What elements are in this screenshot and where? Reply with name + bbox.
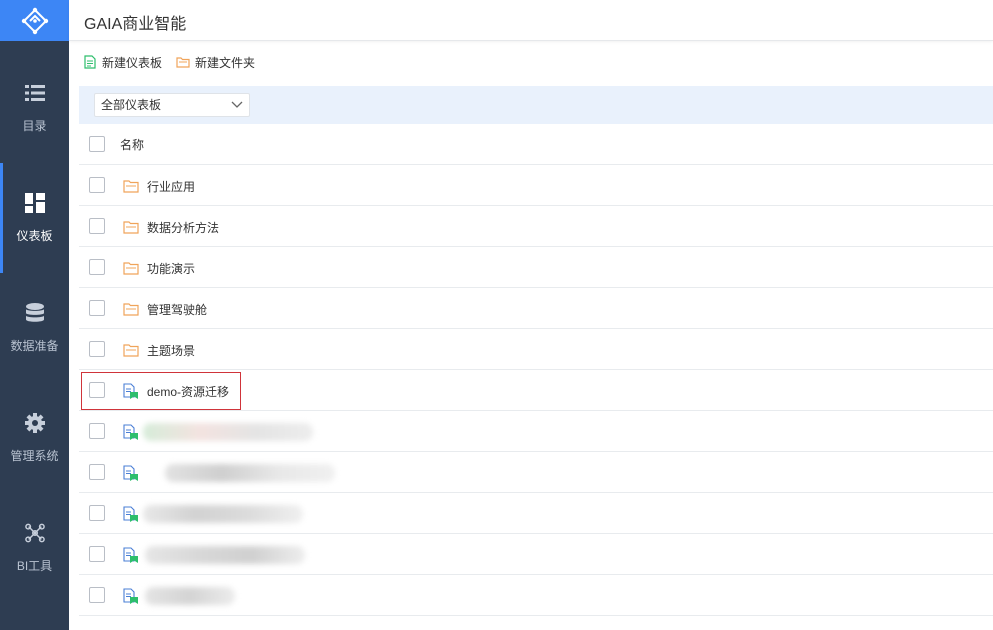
sidebar-item-data-prep[interactable]: 数据准备 xyxy=(0,273,69,383)
network-icon xyxy=(24,523,45,543)
gear-icon xyxy=(24,412,45,433)
sidebar-item-catalog[interactable]: 目录 xyxy=(0,53,69,163)
app-logo[interactable] xyxy=(0,0,69,41)
dashboard-file-icon xyxy=(123,506,138,522)
chevron-down-icon xyxy=(231,101,243,108)
dashboard-file-icon xyxy=(123,424,138,440)
row-checkbox[interactable] xyxy=(89,300,105,316)
row-checkbox[interactable] xyxy=(89,587,105,603)
table-row[interactable] xyxy=(79,493,993,534)
sidebar-item-admin[interactable]: 管理系统 xyxy=(0,383,69,493)
row-checkbox[interactable] xyxy=(89,546,105,562)
sidebar: 目录 仪表板 数据准备 管理系统 BI工具 xyxy=(0,0,69,630)
dashboard-filter-select[interactable]: 全部仪表板 xyxy=(94,93,250,117)
row-checkbox[interactable] xyxy=(89,259,105,275)
table-row[interactable] xyxy=(79,452,993,493)
dashboard-filter-value: 全部仪表板 xyxy=(101,98,162,112)
folder-icon xyxy=(123,180,139,193)
logo-icon xyxy=(21,7,48,34)
row-checkbox[interactable] xyxy=(89,382,105,398)
row-name[interactable]: 数据分析方法 xyxy=(147,219,219,236)
list-icon xyxy=(24,83,45,103)
folder-icon xyxy=(123,344,139,357)
row-checkbox[interactable] xyxy=(89,341,105,357)
sidebar-item-bi-tools[interactable]: BI工具 xyxy=(0,493,69,603)
new-dashboard-label: 新建仪表板 xyxy=(102,55,163,70)
row-name[interactable]: 管理驾驶舱 xyxy=(147,301,207,318)
redacted-name xyxy=(143,505,303,523)
top-bar: GAIA商业智能 xyxy=(69,0,993,41)
dashboard-file-icon xyxy=(123,383,138,399)
table-row[interactable]: 管理驾驶舱 xyxy=(79,288,993,329)
redacted-name xyxy=(145,587,235,605)
dashboard-table: 名称 行业应用 数据分析方法 功能演示 管理驾驶舱 主题场景 demo-资源迁移 xyxy=(79,124,993,616)
sidebar-item-label: 管理系统 xyxy=(10,448,59,463)
row-name[interactable]: 行业应用 xyxy=(147,178,195,195)
row-checkbox[interactable] xyxy=(89,464,105,480)
table-header: 名称 xyxy=(79,124,993,165)
row-name[interactable]: 功能演示 xyxy=(147,260,195,277)
sidebar-item-label: 数据准备 xyxy=(10,338,59,353)
row-checkbox[interactable] xyxy=(89,177,105,193)
table-row[interactable]: 主题场景 xyxy=(79,329,993,370)
database-icon xyxy=(25,302,45,323)
folder-icon xyxy=(123,262,139,275)
column-header-name: 名称 xyxy=(120,138,145,152)
new-folder-label: 新建文件夹 xyxy=(195,55,256,70)
new-folder-button[interactable]: 新建文件夹 xyxy=(176,54,255,71)
folder-icon xyxy=(123,221,139,234)
redacted-name xyxy=(165,464,335,482)
folder-icon xyxy=(123,303,139,316)
select-all-checkbox[interactable] xyxy=(89,136,105,152)
table-row[interactable] xyxy=(79,534,993,575)
row-name[interactable]: 主题场景 xyxy=(147,342,195,359)
new-dashboard-icon xyxy=(84,55,96,69)
table-row[interactable]: 数据分析方法 xyxy=(79,206,993,247)
filter-bar: 全部仪表板 xyxy=(79,86,993,124)
row-checkbox[interactable] xyxy=(89,423,105,439)
table-row[interactable]: 功能演示 xyxy=(79,247,993,288)
dashboard-file-icon xyxy=(123,588,138,604)
row-checkbox[interactable] xyxy=(89,505,105,521)
sidebar-item-label: 目录 xyxy=(22,118,47,133)
table-row[interactable]: 行业应用 xyxy=(79,165,993,206)
table-row[interactable]: demo-资源迁移 xyxy=(79,370,993,411)
new-folder-icon xyxy=(176,57,190,68)
new-dashboard-button[interactable]: 新建仪表板 xyxy=(83,54,162,71)
app-title: GAIA商业智能 xyxy=(84,16,187,33)
sidebar-item-dashboard[interactable]: 仪表板 xyxy=(0,163,69,273)
row-checkbox[interactable] xyxy=(89,218,105,234)
dashboard-icon xyxy=(24,192,45,213)
sidebar-item-label: 仪表板 xyxy=(16,228,53,243)
table-row[interactable] xyxy=(79,575,993,616)
table-row[interactable] xyxy=(79,411,993,452)
sidebar-item-label: BI工具 xyxy=(16,558,53,573)
dashboard-file-icon xyxy=(123,547,138,563)
redacted-name xyxy=(145,546,305,564)
redacted-name xyxy=(143,423,313,441)
row-name[interactable]: demo-资源迁移 xyxy=(147,383,229,400)
toolbar: 新建仪表板 新建文件夹 xyxy=(83,52,269,72)
dashboard-file-icon xyxy=(123,465,138,481)
